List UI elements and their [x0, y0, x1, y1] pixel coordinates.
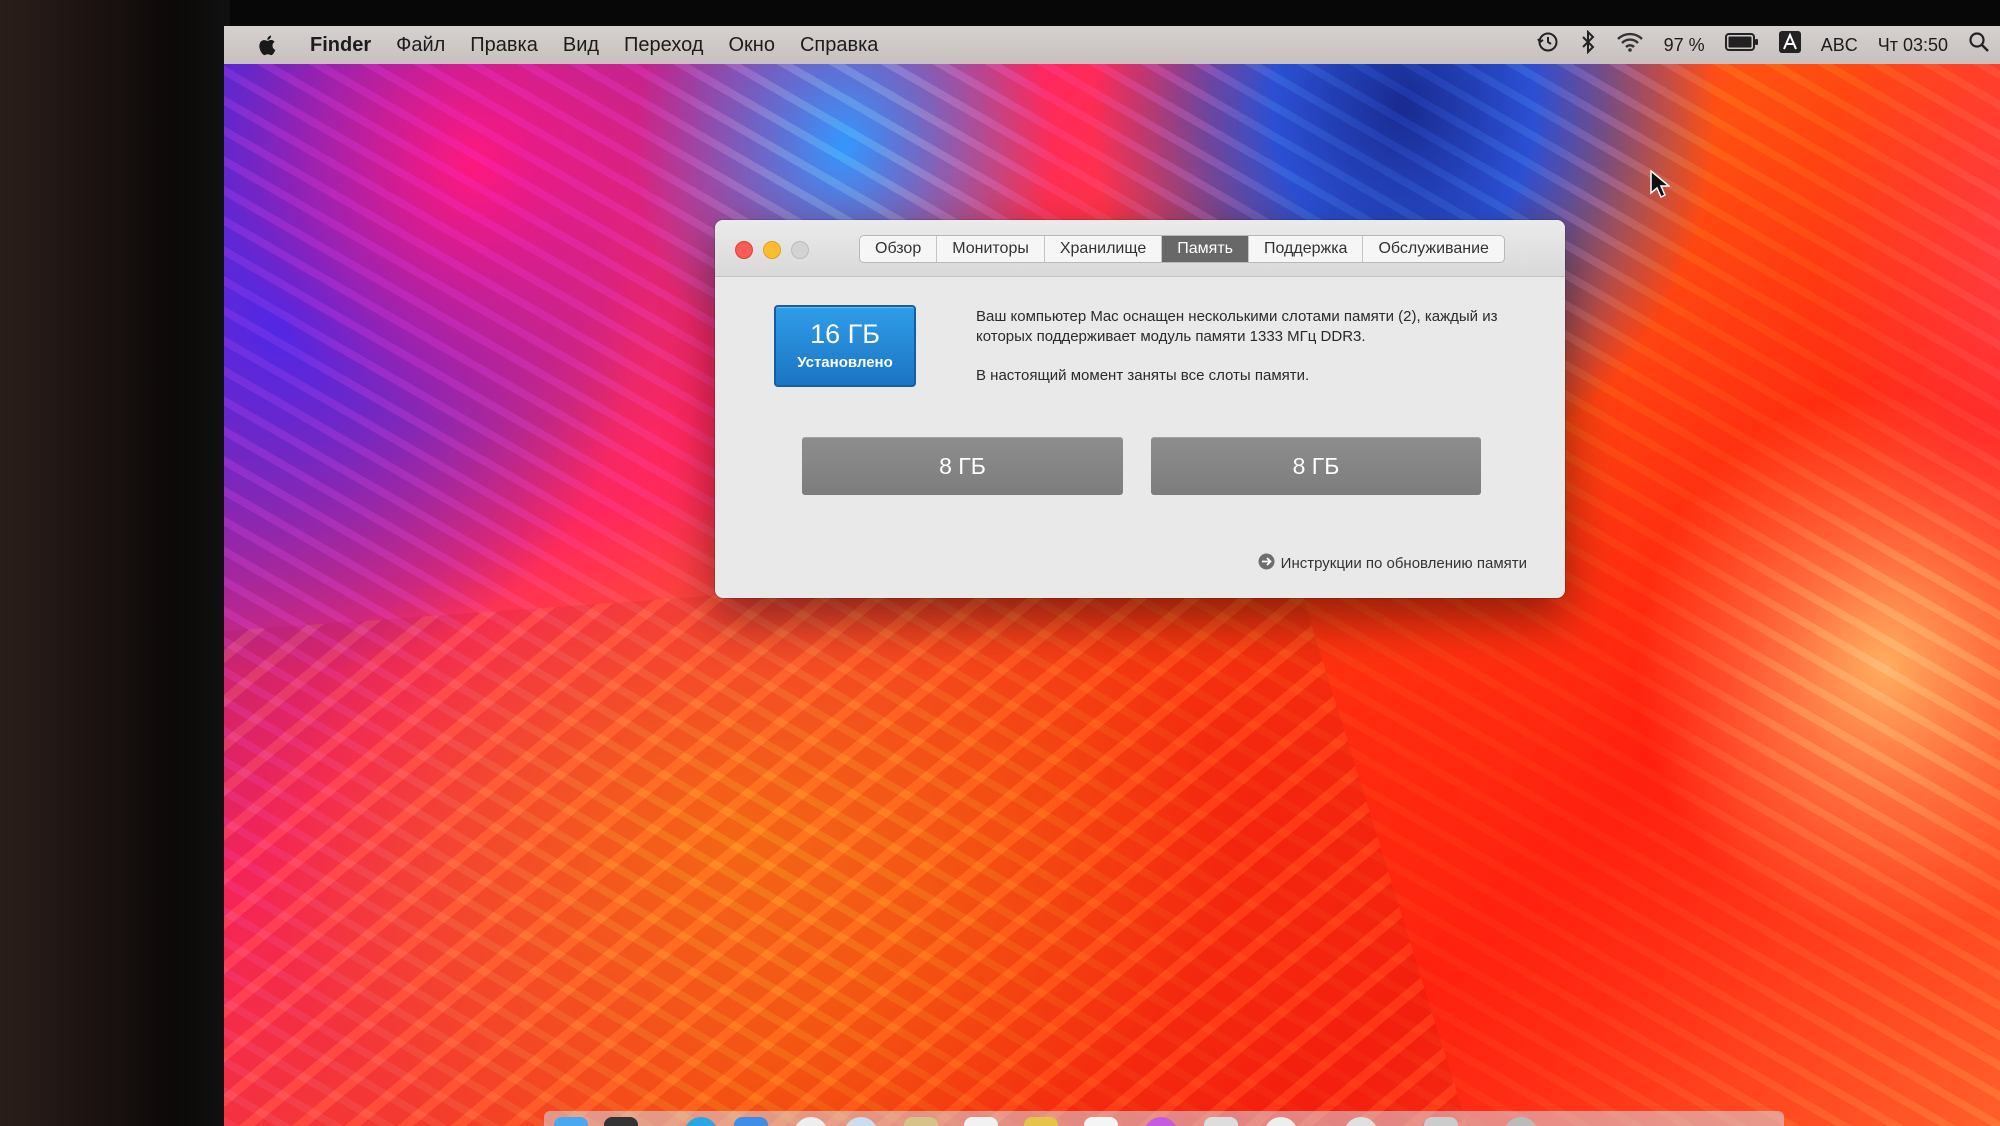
input-source-label[interactable]: ABC [1821, 35, 1858, 56]
menu-window[interactable]: Окно [728, 34, 774, 57]
tab-displays[interactable]: Мониторы [937, 236, 1045, 262]
battery-percent[interactable]: 97 % [1664, 35, 1705, 56]
dock-launchpad-icon[interactable] [604, 1117, 638, 1126]
dock-app-icon[interactable] [794, 1117, 828, 1126]
dock-app-icon[interactable] [844, 1117, 878, 1126]
dock-app-icon[interactable] [964, 1117, 998, 1126]
dock-app-icon[interactable] [1504, 1117, 1538, 1126]
upgrade-instructions-label[interactable]: Инструкции по обновлению памяти [1281, 555, 1527, 572]
wifi-icon[interactable] [1616, 31, 1644, 59]
dock-app-icon[interactable] [904, 1117, 938, 1126]
menu-clock[interactable]: Чт 03:50 [1878, 35, 1948, 56]
menu-go[interactable]: Переход [624, 34, 703, 57]
menu-app-name[interactable]: Finder [310, 34, 371, 57]
tab-storage[interactable]: Хранилище [1045, 236, 1163, 262]
minimize-button[interactable] [763, 241, 781, 259]
tab-support[interactable]: Поддержка [1249, 236, 1364, 262]
dock-finder-icon[interactable] [554, 1117, 588, 1126]
tab-bar: Обзор Мониторы Хранилище Память Поддержк… [859, 235, 1505, 263]
menu-file[interactable]: Файл [396, 34, 445, 57]
tab-service[interactable]: Обслуживание [1363, 236, 1503, 262]
memory-slot-1: 8 ГБ [802, 437, 1123, 495]
dock-app-icon[interactable] [1144, 1117, 1178, 1126]
mouse-cursor-icon [1650, 169, 1672, 203]
arrow-circle-icon [1258, 553, 1275, 574]
memory-occupied-text: В настоящий момент заняты все слоты памя… [976, 367, 1310, 384]
menu-bar: Finder Файл Правка Вид Переход Окно Спра… [224, 26, 2000, 64]
dock-safari-icon[interactable] [684, 1117, 718, 1126]
window-titlebar: Обзор Мониторы Хранилище Память Поддержк… [715, 220, 1565, 277]
bezel-top [0, 0, 2000, 24]
battery-icon[interactable] [1724, 33, 1759, 57]
about-this-mac-window: Обзор Мониторы Хранилище Память Поддержк… [715, 220, 1565, 598]
time-machine-icon[interactable] [1536, 30, 1560, 60]
dock-app-icon[interactable] [1264, 1117, 1298, 1126]
dock-app-icon[interactable] [1024, 1117, 1058, 1126]
memory-total: 16 ГБ [810, 319, 880, 349]
apple-menu-icon[interactable] [258, 33, 278, 57]
memory-status: Установлено [797, 354, 893, 371]
bluetooth-icon[interactable] [1580, 29, 1596, 60]
upgrade-instructions-link[interactable]: Инструкции по обновлению памяти [1258, 553, 1527, 574]
bezel-left [0, 0, 230, 1126]
dock-app-icon[interactable] [1204, 1117, 1238, 1126]
zoom-button[interactable] [791, 241, 809, 259]
spotlight-search-icon[interactable] [1968, 31, 1990, 59]
close-button[interactable] [735, 241, 753, 259]
tab-overview[interactable]: Обзор [860, 236, 938, 262]
tab-memory[interactable]: Память [1162, 236, 1249, 262]
memory-description: Ваш компьютер Mac оснащен несколькими сл… [976, 307, 1536, 405]
menu-help[interactable]: Справка [800, 34, 878, 57]
dock-app-icon[interactable] [1084, 1117, 1118, 1126]
dock-mail-icon[interactable] [734, 1117, 768, 1126]
dock [544, 1111, 1784, 1126]
desktop: Finder Файл Правка Вид Переход Окно Спра… [224, 26, 2000, 1126]
dock-app-icon[interactable] [1424, 1117, 1458, 1126]
dock-app-icon[interactable] [1344, 1117, 1378, 1126]
menu-view[interactable]: Вид [563, 34, 599, 57]
installed-memory-badge: 16 ГБ Установлено [774, 305, 916, 387]
status-area: 97 % ABC Чт 03:50 [1536, 26, 1990, 64]
menu-edit[interactable]: Правка [470, 34, 538, 57]
memory-slots-text: Ваш компьютер Mac оснащен несколькими сл… [976, 308, 1498, 345]
input-source-icon[interactable] [1778, 31, 1801, 59]
memory-slot-2: 8 ГБ [1151, 437, 1481, 495]
